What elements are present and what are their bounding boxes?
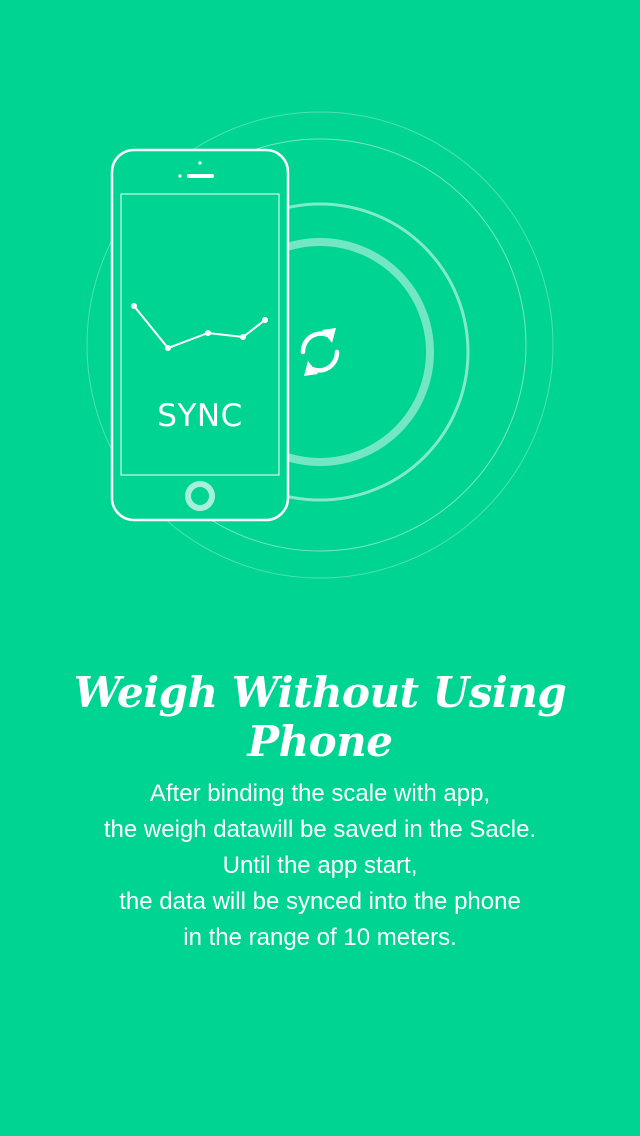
sync-illustration: SYNC [0,0,640,600]
onboarding-description: After binding the scale with app, the we… [0,776,640,956]
description-line: the weigh datawill be saved in the Sacle… [103,816,537,843]
sync-arrows-icon [300,328,340,376]
description-line: the data will be synced into the phone [119,888,521,915]
onboarding-headline: Weigh Without Using Phone [73,668,567,766]
description-line: Until the app start, [222,852,418,879]
description-line: After binding the scale with app, [149,780,491,807]
sync-label: SYNC [157,398,243,434]
illustration-graphic [86,111,554,579]
description-line: in the range of 10 meters. [183,924,457,951]
